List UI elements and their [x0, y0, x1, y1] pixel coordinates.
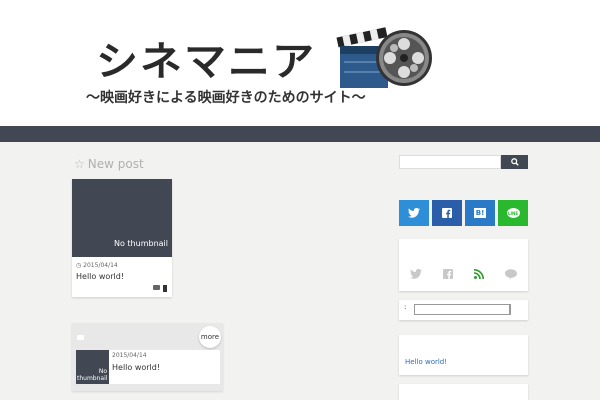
- film-clapper-icon: [336, 27, 432, 88]
- twitter-icon: [408, 208, 420, 218]
- archive-select[interactable]: [414, 304, 511, 315]
- nav-bar: [0, 126, 600, 142]
- post-title[interactable]: Hello world!: [76, 272, 124, 281]
- thumbnail-text: No thumbnail: [114, 239, 168, 248]
- twitter-icon[interactable]: [409, 269, 422, 279]
- site-tagline: 〜映画好きによる映画好きのためのサイト〜: [86, 90, 366, 106]
- post-title[interactable]: Hello world!: [112, 363, 160, 372]
- rss-icon[interactable]: [474, 269, 485, 279]
- share-facebook-button[interactable]: [432, 200, 462, 226]
- facebook-icon: [442, 208, 452, 218]
- recent-posts-widget: Hello world!: [399, 335, 528, 375]
- sidebar-widget: [399, 384, 528, 400]
- file-icon: [163, 285, 167, 292]
- post-date: ◷ 2015/04/14: [76, 262, 118, 269]
- film-reel-icon: [376, 30, 432, 86]
- line-icon: LINE: [506, 208, 520, 218]
- post-date: 2015/04/14: [112, 352, 147, 359]
- post-meta-icons: [153, 285, 167, 292]
- folder-icon: [153, 285, 160, 290]
- more-button[interactable]: more: [199, 326, 221, 348]
- share-line-button[interactable]: LINE: [498, 200, 528, 226]
- follow-icons: [399, 269, 528, 279]
- clock-icon: ◷: [76, 262, 82, 269]
- post-list-item[interactable]: No thumbnail 2015/04/14 Hello world!: [76, 350, 220, 384]
- post-thumbnail[interactable]: No thumbnail: [72, 179, 172, 257]
- share-twitter-button[interactable]: [399, 200, 429, 226]
- hatena-icon: B!: [474, 208, 486, 218]
- follow-widget: [399, 239, 528, 291]
- section-title-label: New post: [87, 157, 144, 171]
- site-title[interactable]: シネマニア: [96, 30, 316, 88]
- search-input[interactable]: [399, 155, 501, 169]
- post-card[interactable]: No thumbnail ◷ 2015/04/14 Hello world!: [72, 179, 172, 297]
- section-title: ☆ New post: [74, 157, 144, 171]
- archive-widget: :: [399, 300, 528, 320]
- star-icon: ☆: [74, 157, 85, 171]
- share-hatena-button[interactable]: B!: [465, 200, 495, 226]
- facebook-icon[interactable]: [442, 269, 453, 279]
- folder-icon: [77, 335, 84, 340]
- search-button[interactable]: [501, 155, 528, 169]
- site-header: シネマニア 〜映画好きによる映画好きのためのサイト〜: [0, 0, 600, 126]
- post-date-value: 2015/04/14: [83, 262, 118, 269]
- search-icon: [510, 158, 519, 166]
- thumbnail-text: No thumbnail: [77, 368, 108, 382]
- archive-label: :: [404, 303, 407, 311]
- recent-post-link[interactable]: Hello world!: [405, 358, 447, 366]
- post-thumbnail[interactable]: No thumbnail: [76, 350, 109, 384]
- line-icon[interactable]: [505, 269, 518, 279]
